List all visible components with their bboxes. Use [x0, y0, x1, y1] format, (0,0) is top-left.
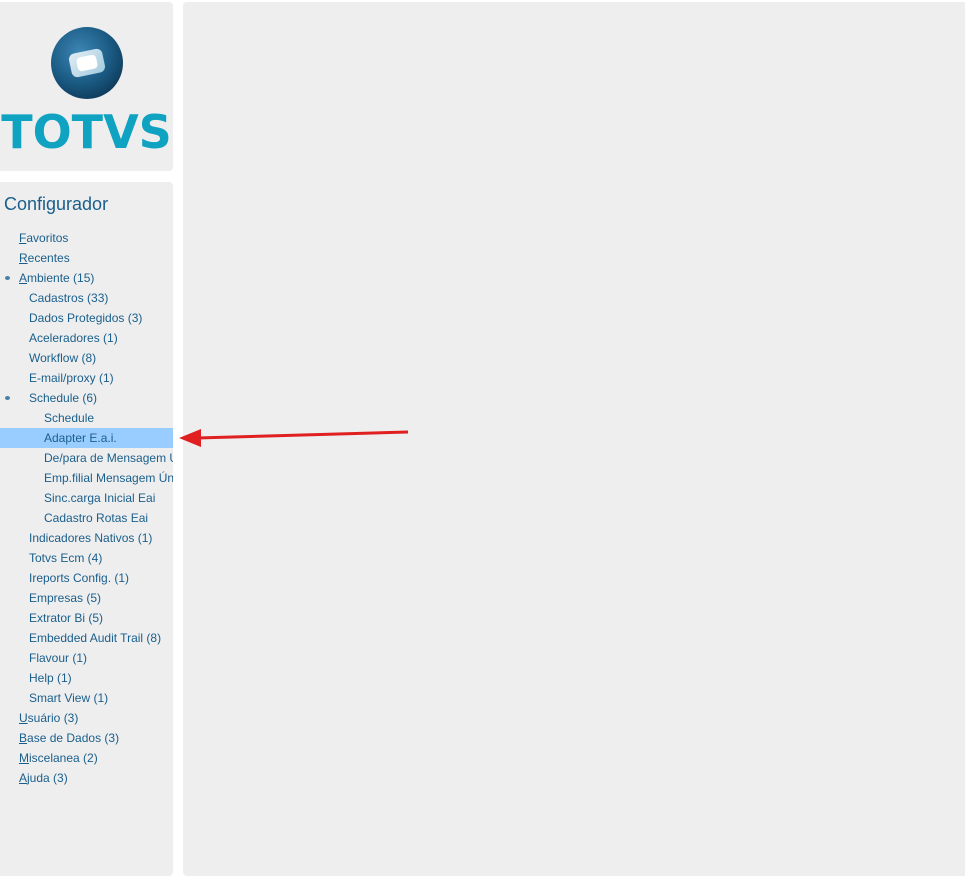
totvs-logo-text: TOTVS: [1, 105, 172, 159]
menu-item-accesskey: B: [19, 731, 28, 745]
menu-item-label: Workflow (8): [29, 351, 97, 365]
menu-item-label: juda (3): [27, 771, 68, 785]
menu-item-emp-filial-mensagem-n[interactable]: Emp.filial Mensagem Ún: [0, 468, 173, 488]
menu-item-aceleradores-1[interactable]: Aceleradores (1): [0, 328, 173, 348]
red-arrow-icon: [179, 429, 409, 447]
menu-item-smart-view-1[interactable]: Smart View (1): [0, 688, 173, 708]
menu-item-label: mbiente (15): [27, 271, 95, 285]
menu-item-schedule-6[interactable]: Schedule (6): [0, 388, 173, 408]
menu-item-accesskey: A: [19, 771, 28, 785]
menu-list: Favoritos Recentes Ambiente (15) Cadastros …: [0, 228, 173, 788]
menu-item-base-de-dados-3[interactable]: Base de Dados (3): [0, 728, 173, 748]
menu-item-label: Aceleradores (1): [29, 331, 118, 345]
menu-item-schedule[interactable]: Schedule: [0, 408, 173, 428]
menu-item-ireports-config-1[interactable]: Ireports Config. (1): [0, 568, 173, 588]
menu-item-usu-rio-3[interactable]: Usuário (3): [0, 708, 173, 728]
menu-item-label: suário (3): [27, 711, 79, 725]
menu-item-flavour-1[interactable]: Flavour (1): [0, 648, 173, 668]
sidebar-menu: Configurador Favoritos Recentes Ambiente (…: [0, 182, 173, 876]
menu-item-label: Smart View (1): [29, 691, 109, 705]
menu-item-extrator-bi-5[interactable]: Extrator Bi (5): [0, 608, 173, 628]
menu-item-empresas-5[interactable]: Empresas (5): [0, 588, 173, 608]
menu-item-cadastro-rotas-eai[interactable]: Cadastro Rotas Eai: [0, 508, 173, 528]
menu-item-label: Ireports Config. (1): [29, 571, 130, 585]
totvs-sphere-icon: [51, 27, 123, 99]
menu-item-dados-protegidos-3[interactable]: Dados Protegidos (3): [0, 308, 173, 328]
menu-item-accesskey: A: [19, 271, 28, 285]
menu-item-label: Totvs Ecm (4): [29, 551, 103, 565]
menu-item-label: Cadastro Rotas Eai: [44, 511, 149, 525]
menu-item-workflow-8[interactable]: Workflow (8): [0, 348, 173, 368]
menu-item-miscelanea-2[interactable]: Miscelanea (2): [0, 748, 173, 768]
menu-item-label: ecentes: [27, 251, 70, 265]
menu-title: Configurador: [4, 194, 109, 214]
menu-item-label: Empresas (5): [29, 591, 102, 605]
menu-item-label: Cadastros (33): [29, 291, 109, 305]
expanded-bullet-icon: [5, 396, 10, 400]
menu-item-embedded-audit-trail-8[interactable]: Embedded Audit Trail (8): [0, 628, 173, 648]
menu-item-label: Indicadores Nativos (1): [29, 531, 153, 545]
menu-item-label: iscelanea (2): [29, 751, 98, 765]
menu-item-label: De/para de Mensagem Ú: [44, 451, 173, 465]
logo-panel: TOTVS: [0, 2, 173, 171]
menu-item-help-1[interactable]: Help (1): [0, 668, 173, 688]
menu-item-adapter-e-a-i[interactable]: Adapter E.a.i.: [0, 428, 173, 448]
menu-item-favoritos[interactable]: Favoritos: [0, 228, 173, 248]
menu-item-label: Embedded Audit Trail (8): [29, 631, 162, 645]
menu-item-label: Flavour (1): [29, 651, 88, 665]
menu-item-label: Emp.filial Mensagem Ún: [44, 471, 173, 485]
menu-item-recentes[interactable]: Recentes: [0, 248, 173, 268]
expanded-bullet-icon: [5, 276, 10, 280]
menu-item-accesskey: U: [19, 711, 28, 725]
menu-item-label: avoritos: [26, 231, 69, 245]
menu-item-label: E-mail/proxy (1): [29, 371, 114, 385]
menu-item-accesskey: M: [19, 751, 29, 765]
menu-item-label: Dados Protegidos (3): [29, 311, 143, 325]
menu-item-label: Sinc.carga Inicial Eai: [44, 491, 156, 505]
menu-item-label: Help (1): [29, 671, 72, 685]
menu-item-indicadores-nativos-1[interactable]: Indicadores Nativos (1): [0, 528, 173, 548]
menu-item-e-mail-proxy-1[interactable]: E-mail/proxy (1): [0, 368, 173, 388]
menu-item-totvs-ecm-4[interactable]: Totvs Ecm (4): [0, 548, 173, 568]
menu-item-label: Extrator Bi (5): [29, 611, 104, 625]
menu-item-cadastros-33[interactable]: Cadastros (33): [0, 288, 173, 308]
menu-item-ajuda-3[interactable]: Ajuda (3): [0, 768, 173, 788]
menu-item-label: ase de Dados (3): [27, 731, 120, 745]
menu-item-de-para-de-mensagem[interactable]: De/para de Mensagem Ú: [0, 448, 173, 468]
menu-item-sinc-carga-inicial-eai[interactable]: Sinc.carga Inicial Eai: [0, 488, 173, 508]
menu-item-ambiente-15[interactable]: Ambiente (15): [0, 268, 173, 288]
menu-item-label: Schedule: [44, 411, 95, 425]
menu-item-label: Schedule (6): [29, 391, 98, 405]
menu-item-accesskey: R: [19, 251, 28, 265]
menu-item-label: Adapter E.a.i.: [44, 431, 117, 445]
